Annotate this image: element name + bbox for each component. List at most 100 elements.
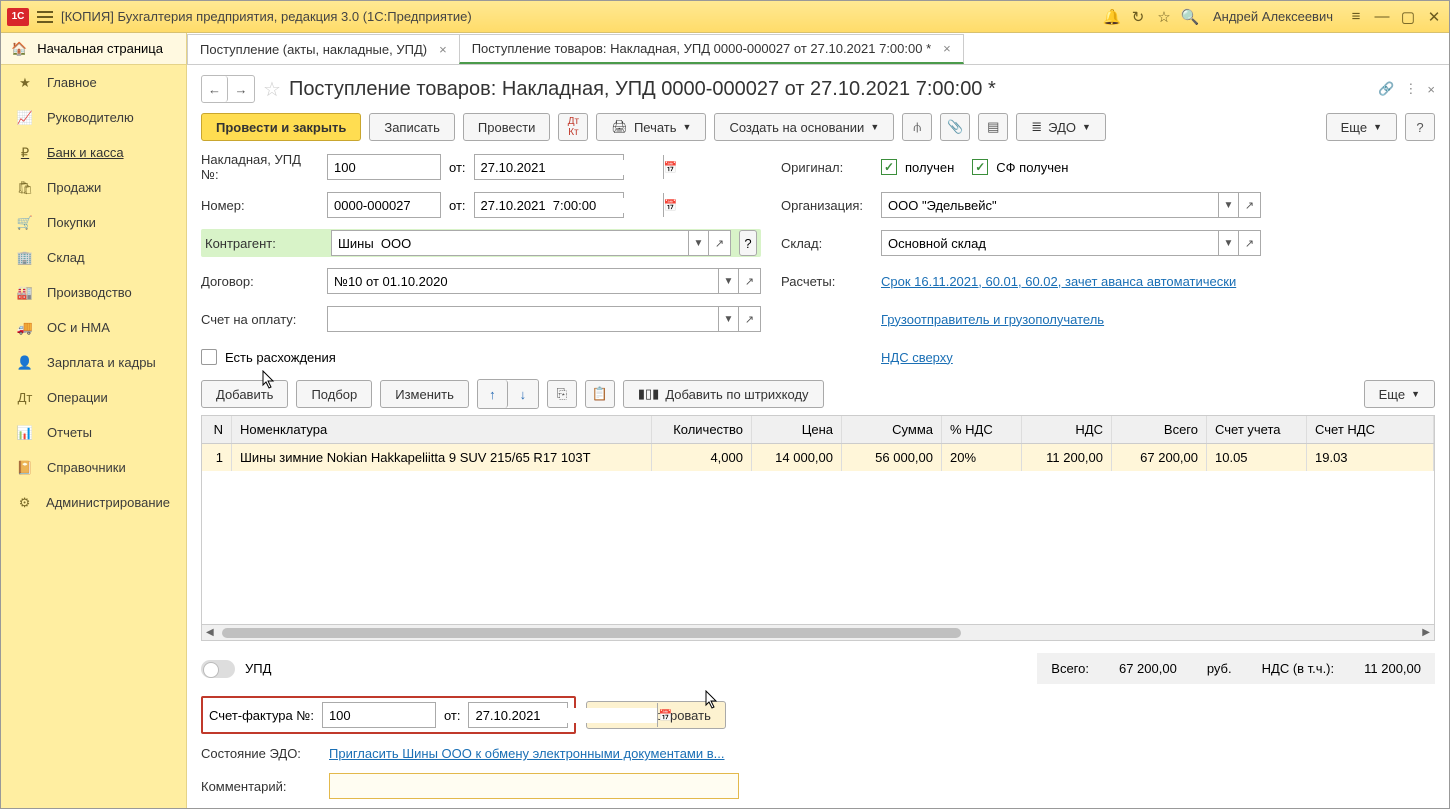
schet-input[interactable] bbox=[328, 312, 718, 327]
col-n[interactable]: N bbox=[202, 416, 232, 443]
col-account-nds[interactable]: Счет НДС bbox=[1307, 416, 1434, 443]
add-button[interactable]: Добавить bbox=[201, 380, 288, 408]
sidebar-item-10[interactable]: 📊Отчеты bbox=[1, 415, 186, 450]
star-icon[interactable]: ☆ bbox=[1155, 8, 1173, 26]
sidebar-item-3[interactable]: 🛍Продажи bbox=[1, 170, 186, 205]
search-icon[interactable]: 🔍 bbox=[1181, 8, 1199, 26]
pick-button[interactable]: Подбор bbox=[296, 380, 372, 408]
sidebar-item-1[interactable]: 📈Руководителю bbox=[1, 100, 186, 135]
nav-forward-button[interactable]: → bbox=[228, 76, 254, 102]
home-page-link[interactable]: 🏠 Начальная страница bbox=[1, 33, 186, 65]
sidebar-item-6[interactable]: 🏭Производство bbox=[1, 275, 186, 310]
open-icon[interactable]: ↗ bbox=[1238, 193, 1260, 217]
calendar-icon[interactable]: 📅 bbox=[657, 703, 672, 727]
table-more-button[interactable]: Еще▼ bbox=[1364, 380, 1435, 408]
doc-icon[interactable]: ▤ bbox=[978, 113, 1008, 141]
gruz-link[interactable]: Грузоотправитель и грузополучатель bbox=[881, 312, 1104, 327]
link-icon[interactable]: 🔗 bbox=[1378, 81, 1394, 97]
nav-back-button[interactable]: ← bbox=[202, 76, 228, 102]
settings-icon[interactable]: ≡ bbox=[1347, 8, 1365, 26]
tab-document[interactable]: Поступление товаров: Накладная, УПД 0000… bbox=[459, 34, 964, 64]
col-account[interactable]: Счет учета bbox=[1207, 416, 1307, 443]
col-vatrate[interactable]: % НДС bbox=[942, 416, 1022, 443]
tab-close-icon[interactable]: × bbox=[943, 41, 951, 56]
sidebar-item-8[interactable]: 👤Зарплата и кадры bbox=[1, 345, 186, 380]
comment-input[interactable] bbox=[329, 773, 739, 799]
edo-button[interactable]: ≣ЭДО▼ bbox=[1016, 113, 1106, 141]
minimize-icon[interactable]: — bbox=[1373, 8, 1391, 26]
close-panel-icon[interactable]: × bbox=[1427, 82, 1435, 97]
calendar-icon[interactable]: 📅 bbox=[663, 193, 678, 217]
sidebar-item-12[interactable]: ⚙Администрирование bbox=[1, 485, 186, 520]
tab-postupleniya-list[interactable]: Поступление (акты, накладные, УПД) × bbox=[187, 34, 460, 64]
calendar-icon[interactable]: 📅 bbox=[663, 155, 678, 179]
move-down-icon[interactable]: ↓ bbox=[508, 380, 538, 408]
sidebar-item-0[interactable]: ★Главное bbox=[1, 65, 186, 100]
help-icon[interactable]: ? bbox=[739, 230, 757, 256]
number-input[interactable] bbox=[327, 192, 441, 218]
nds-link[interactable]: НДС сверху bbox=[881, 350, 953, 365]
dropdown-icon[interactable]: ▼ bbox=[1218, 193, 1238, 217]
close-icon[interactable]: ✕ bbox=[1425, 8, 1443, 26]
edo-invite-link[interactable]: Пригласить Шины ООО к обмену электронным… bbox=[329, 746, 724, 761]
open-icon[interactable]: ↗ bbox=[738, 307, 760, 331]
open-icon[interactable]: ↗ bbox=[738, 269, 760, 293]
sidebar-item-5[interactable]: 🏢Склад bbox=[1, 240, 186, 275]
copy-icon[interactable]: ⎘ bbox=[547, 380, 577, 408]
sf-no-input[interactable] bbox=[322, 702, 436, 728]
open-icon[interactable]: ↗ bbox=[708, 231, 730, 255]
dropdown-icon[interactable]: ▼ bbox=[688, 231, 708, 255]
col-sum[interactable]: Сумма bbox=[842, 416, 942, 443]
sf-received-checkbox[interactable]: ✓ bbox=[972, 159, 988, 175]
sidebar-item-4[interactable]: 🛒Покупки bbox=[1, 205, 186, 240]
dropdown-icon[interactable]: ▼ bbox=[718, 269, 738, 293]
more-button[interactable]: Еще▼ bbox=[1326, 113, 1397, 141]
maximize-icon[interactable]: ▢ bbox=[1399, 8, 1417, 26]
move-up-icon[interactable]: ↑ bbox=[478, 380, 508, 408]
barcode-button[interactable]: ▮▯▮Добавить по штрихкоду bbox=[623, 380, 824, 408]
col-nomenclature[interactable]: Номенклатура bbox=[232, 416, 652, 443]
dropdown-icon[interactable]: ▼ bbox=[718, 307, 738, 331]
tab-close-icon[interactable]: × bbox=[439, 42, 447, 57]
rash-checkbox[interactable] bbox=[201, 349, 217, 365]
post-button[interactable]: Провести bbox=[463, 113, 551, 141]
post-and-close-button[interactable]: Провести и закрыть bbox=[201, 113, 361, 141]
col-total[interactable]: Всего bbox=[1112, 416, 1207, 443]
dropdown-icon[interactable]: ▼ bbox=[1218, 231, 1238, 255]
sidebar-item-2[interactable]: ₽Банк и касса bbox=[1, 135, 186, 170]
table-body[interactable]: 1 Шины зимние Nokian Hakkapeliitta 9 SUV… bbox=[202, 444, 1434, 624]
open-icon[interactable]: ↗ bbox=[1238, 231, 1260, 255]
received-checkbox[interactable]: ✓ bbox=[881, 159, 897, 175]
sf-date-input[interactable] bbox=[469, 708, 657, 723]
user-name[interactable]: Андрей Алексеевич bbox=[1213, 9, 1333, 24]
sidebar-item-9[interactable]: ДтОперации bbox=[1, 380, 186, 415]
sidebar-item-7[interactable]: 🚚ОС и НМА bbox=[1, 310, 186, 345]
upd-toggle[interactable] bbox=[201, 660, 235, 678]
print-button[interactable]: 🖨Печать▼ bbox=[596, 113, 706, 141]
paste-icon[interactable]: 📋 bbox=[585, 380, 615, 408]
col-qty[interactable]: Количество bbox=[652, 416, 752, 443]
debit-credit-icon[interactable]: ДтКт bbox=[558, 113, 588, 141]
col-vat[interactable]: НДС bbox=[1022, 416, 1112, 443]
number-date-input[interactable] bbox=[475, 198, 663, 213]
org-input[interactable] bbox=[882, 198, 1218, 213]
table-row[interactable]: 1 Шины зимние Nokian Hakkapeliitta 9 SUV… bbox=[202, 444, 1434, 471]
more-vertical-icon[interactable]: ⋮ bbox=[1404, 81, 1417, 97]
write-button[interactable]: Записать bbox=[369, 113, 455, 141]
sidebar-item-11[interactable]: 📔Справочники bbox=[1, 450, 186, 485]
history-icon[interactable]: ↻ bbox=[1129, 8, 1147, 26]
kontragent-input[interactable] bbox=[332, 236, 688, 251]
relations-icon[interactable]: ⫛ bbox=[902, 113, 932, 141]
col-price[interactable]: Цена bbox=[752, 416, 842, 443]
help-button[interactable]: ? bbox=[1405, 113, 1435, 141]
dogovor-input[interactable] bbox=[328, 274, 718, 289]
invoice-no-input[interactable] bbox=[327, 154, 441, 180]
menu-icon[interactable] bbox=[37, 11, 53, 23]
change-button[interactable]: Изменить bbox=[380, 380, 469, 408]
bell-icon[interactable]: 🔔 bbox=[1103, 8, 1121, 26]
sklad-input[interactable] bbox=[882, 236, 1218, 251]
horizontal-scrollbar[interactable]: ◀ ▶ bbox=[201, 625, 1435, 641]
create-based-button[interactable]: Создать на основании▼ bbox=[714, 113, 894, 141]
attach-icon[interactable]: 📎 bbox=[940, 113, 970, 141]
rasch-link[interactable]: Срок 16.11.2021, 60.01, 60.02, зачет ава… bbox=[881, 274, 1236, 289]
